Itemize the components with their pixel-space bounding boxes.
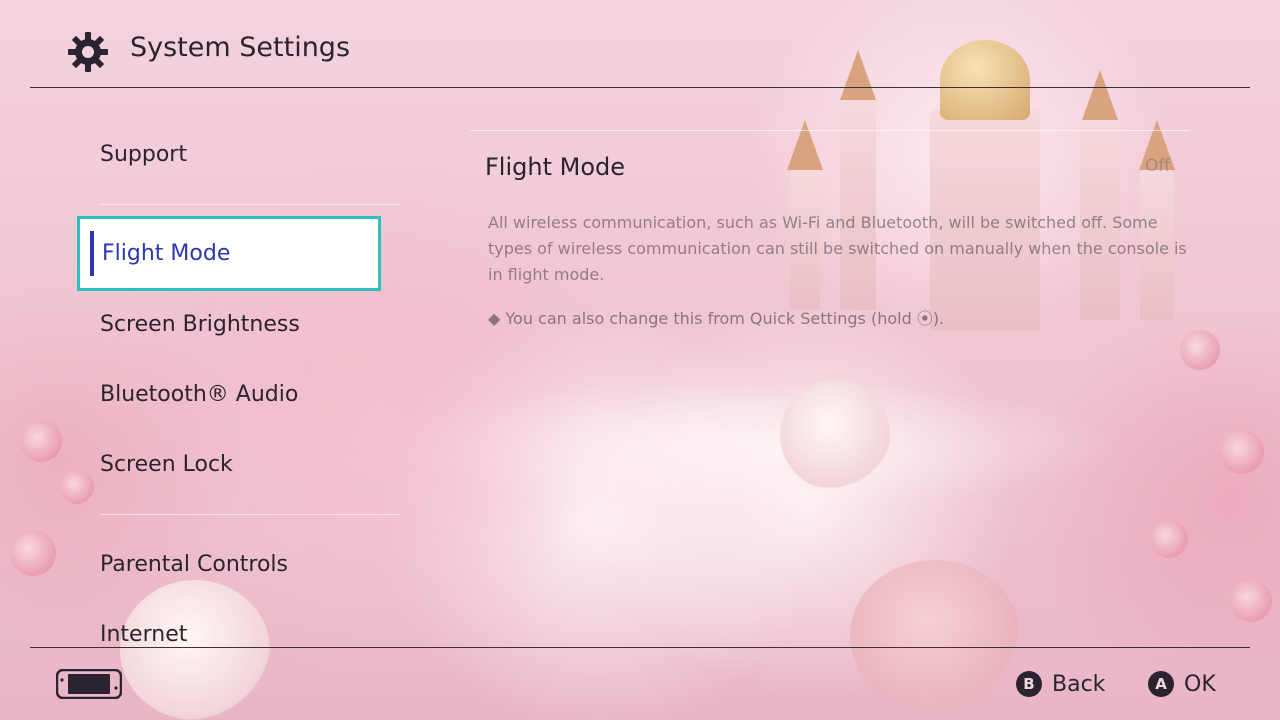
- setting-note: ◆ You can also change this from Quick Se…: [488, 309, 945, 328]
- unicorn-illustration: [600, 300, 1020, 700]
- setting-value: Off: [1145, 156, 1171, 176]
- dragon-illustration: [780, 380, 890, 490]
- background-artwork: [0, 0, 1280, 720]
- sidebar-item-flight-mode[interactable]: Flight Mode: [77, 216, 381, 291]
- bunny-illustration: [120, 580, 270, 720]
- setting-description: All wireless communication, such as Wi-F…: [488, 213, 1187, 284]
- footer-divider: [30, 647, 1250, 648]
- ok-label: OK: [1184, 671, 1216, 697]
- header-divider: [30, 87, 1250, 88]
- lake-illustration: [380, 380, 1120, 510]
- sidebar-item-internet[interactable]: Internet: [100, 622, 187, 647]
- fox-illustration: [850, 560, 1020, 710]
- sidebar-divider: [100, 514, 400, 515]
- selection-indicator: [90, 231, 94, 276]
- header: System Settings: [0, 0, 1280, 88]
- console-icon: [56, 669, 122, 699]
- content-divider: [470, 130, 1190, 131]
- back-label: Back: [1052, 671, 1106, 697]
- a-button-icon: A: [1148, 671, 1174, 697]
- setting-title[interactable]: Flight Mode: [485, 153, 625, 181]
- ok-button[interactable]: A OK: [1148, 671, 1216, 697]
- sidebar-item-screen-brightness[interactable]: Screen Brightness: [100, 312, 300, 337]
- sidebar-item-bluetooth-audio[interactable]: Bluetooth® Audio: [100, 382, 298, 407]
- sidebar-item-screen-lock[interactable]: Screen Lock: [100, 452, 233, 477]
- sidebar-divider: [100, 204, 400, 205]
- sidebar-item-label: Flight Mode: [102, 241, 231, 266]
- sidebar-item-support[interactable]: Support: [100, 142, 187, 167]
- gear-icon: [68, 32, 108, 72]
- b-button-icon: B: [1016, 671, 1042, 697]
- page-title: System Settings: [130, 32, 351, 63]
- sidebar-item-parental-controls[interactable]: Parental Controls: [100, 552, 288, 577]
- back-button[interactable]: B Back: [1016, 671, 1105, 697]
